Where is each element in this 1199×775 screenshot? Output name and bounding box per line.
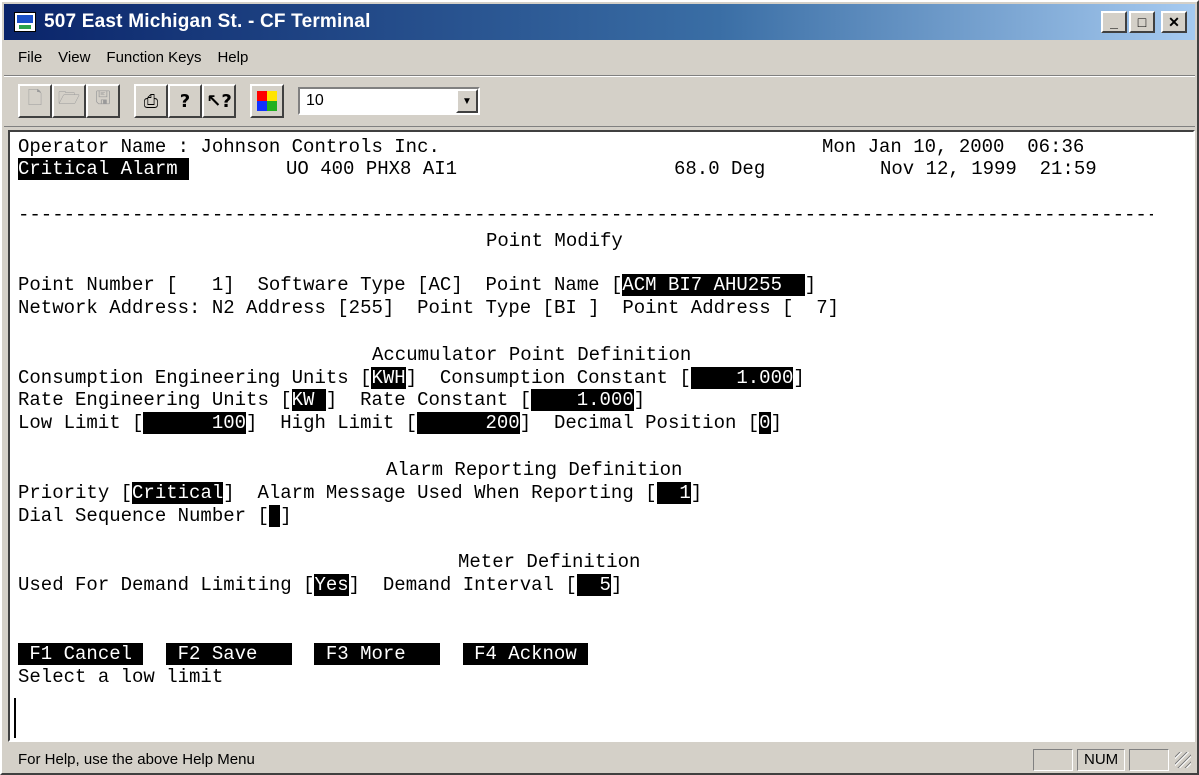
close-button[interactable]: ✕ [1161, 11, 1187, 33]
status-bar: For Help, use the above Help Menu NUM [4, 744, 1195, 775]
open-button[interactable]: 🗁 [52, 84, 86, 118]
new-document-icon: 🗋 [27, 88, 43, 109]
f2-save-button[interactable]: F2 Save [166, 643, 292, 665]
menu-file[interactable]: File [4, 49, 50, 66]
priority-field[interactable]: Critical [132, 482, 224, 504]
prompt-line: Select a low limit [18, 666, 224, 688]
critical-alarm-badge: Critical Alarm [18, 158, 190, 180]
status-help-text: For Help, use the above Help Menu [18, 751, 255, 768]
priority-row: Priority [Critical] Alarm Message Used W… [18, 482, 703, 504]
save-button[interactable]: 🖫 [86, 84, 120, 118]
consumption-row: Consumption Engineering Units [KWH] Cons… [18, 367, 805, 389]
point-address-field[interactable]: 7 [793, 297, 827, 319]
terminal-screen[interactable]: Operator Name : Johnson Controls Inc. Mo… [8, 130, 1195, 742]
limits-row: Low Limit [ 100] High Limit [ 200] Decim… [18, 412, 782, 434]
resize-grip-icon[interactable] [1175, 751, 1191, 768]
point-number-field[interactable]: 1 [178, 274, 223, 296]
software-type-field[interactable]: AC [429, 274, 452, 296]
current-datetime: Mon Jan 10, 2000 06:36 [822, 136, 1085, 158]
context-help-button[interactable]: ↖? [202, 84, 236, 118]
color-palette-icon [257, 91, 277, 111]
dial-sequence-row: Dial Sequence Number [ ] [18, 505, 292, 527]
new-button[interactable]: 🗋 [18, 84, 52, 118]
alarm-reporting-heading: Alarm Reporting Definition [386, 459, 683, 481]
rate-units-field[interactable]: KW [291, 389, 326, 411]
demand-limiting-field[interactable]: Yes [314, 574, 349, 596]
meter-heading: Meter Definition [458, 551, 641, 573]
maximize-icon: □ [1137, 14, 1147, 30]
close-icon: ✕ [1168, 14, 1180, 30]
save-disk-icon: 🖫 [95, 88, 111, 109]
accumulator-heading: Accumulator Point Definition [372, 344, 692, 366]
font-size-select[interactable]: 10 ▼ [298, 87, 480, 115]
window-controls: _ □ ✕ [1101, 11, 1187, 33]
open-folder-icon: 🗁 [57, 88, 81, 109]
minimize-icon: _ [1110, 14, 1118, 30]
alarm-message-field[interactable]: 1 [656, 482, 691, 504]
f3-more-button[interactable]: F3 More [314, 643, 440, 665]
num-lock-indicator: NUM [1077, 748, 1125, 771]
help-button[interactable]: ? [168, 84, 202, 118]
font-size-value: 10 [306, 92, 324, 109]
alarm-point: UO 400 PHX8 AI1 [286, 158, 458, 180]
file-button-group: 🗋 🗁 🖫 [18, 84, 120, 118]
print-button[interactable]: ⎙ [134, 84, 168, 118]
minimize-button[interactable]: _ [1101, 11, 1127, 33]
high-limit-field[interactable]: 200 [417, 412, 520, 434]
n2-address-field[interactable]: 255 [349, 297, 383, 319]
window-title: 507 East Michigan St. - CF Terminal [44, 11, 371, 32]
question-mark-icon: ? [179, 90, 191, 112]
terminal-app-icon[interactable] [14, 12, 36, 32]
title-bar[interactable]: 507 East Michigan St. - CF Terminal _ □ … [4, 4, 1195, 40]
print-help-group: ⎙ ? ↖? [134, 84, 236, 118]
color-button[interactable] [250, 84, 284, 118]
context-help-icon: ↖? [206, 90, 232, 112]
menu-function-keys[interactable]: Function Keys [98, 49, 209, 66]
alarm-value: 68.0 Deg [674, 158, 766, 180]
printer-icon: ⎙ [143, 90, 159, 112]
toolbar: 🗋 🗁 🖫 ⎙ ? ↖? 10 ▼ [4, 75, 1195, 127]
app-window: 507 East Michigan St. - CF Terminal _ □ … [0, 0, 1199, 775]
demand-interval-field[interactable]: 5 [576, 574, 611, 596]
point-name-field[interactable]: ACM BI7 AHU255 [622, 274, 805, 296]
consumption-units-field[interactable]: KWH [371, 367, 406, 389]
point-modify-heading: Point Modify [486, 230, 623, 252]
status-panel-blank [1033, 748, 1073, 771]
low-limit-field[interactable]: 100 [143, 412, 247, 434]
menu-bar: File View Function Keys Help [4, 43, 1195, 71]
rate-row: Rate Engineering Units [KW ] Rate Consta… [18, 389, 646, 411]
alarm-datetime: Nov 12, 1999 21:59 [880, 158, 1097, 180]
point-info-row: Point Number [ 1] Software Type [AC] Poi… [18, 274, 817, 296]
decimal-position-field[interactable]: 0 [759, 412, 771, 434]
alarm-line: Critical Alarm [18, 158, 190, 180]
separator-line: ----------------------------------------… [18, 204, 1153, 226]
status-panel-blank-2 [1129, 748, 1169, 771]
operator-name: Operator Name : Johnson Controls Inc. [18, 136, 440, 158]
function-key-row: F1 Cancel F2 Save F3 More F4 Acknow [18, 643, 589, 665]
maximize-button[interactable]: □ [1129, 11, 1155, 33]
dropdown-arrow-icon[interactable]: ▼ [456, 89, 478, 113]
rate-constant-field[interactable]: 1.000 [531, 389, 634, 411]
f4-acknowledge-button[interactable]: F4 Acknow [462, 643, 589, 665]
consumption-constant-field[interactable]: 1.000 [690, 367, 794, 389]
demand-row: Used For Demand Limiting [Yes] Demand In… [18, 574, 623, 596]
text-cursor [14, 698, 16, 738]
operator-line: Operator Name : Johnson Controls Inc. [18, 136, 440, 158]
address-row: Network Address: N2 Address [255] Point … [18, 297, 840, 319]
menu-help[interactable]: Help [209, 49, 256, 66]
menu-view[interactable]: View [50, 49, 98, 66]
dial-sequence-field[interactable] [268, 505, 281, 527]
point-type-field[interactable]: BI [554, 297, 588, 319]
f1-cancel-button[interactable]: F1 Cancel [18, 643, 144, 665]
